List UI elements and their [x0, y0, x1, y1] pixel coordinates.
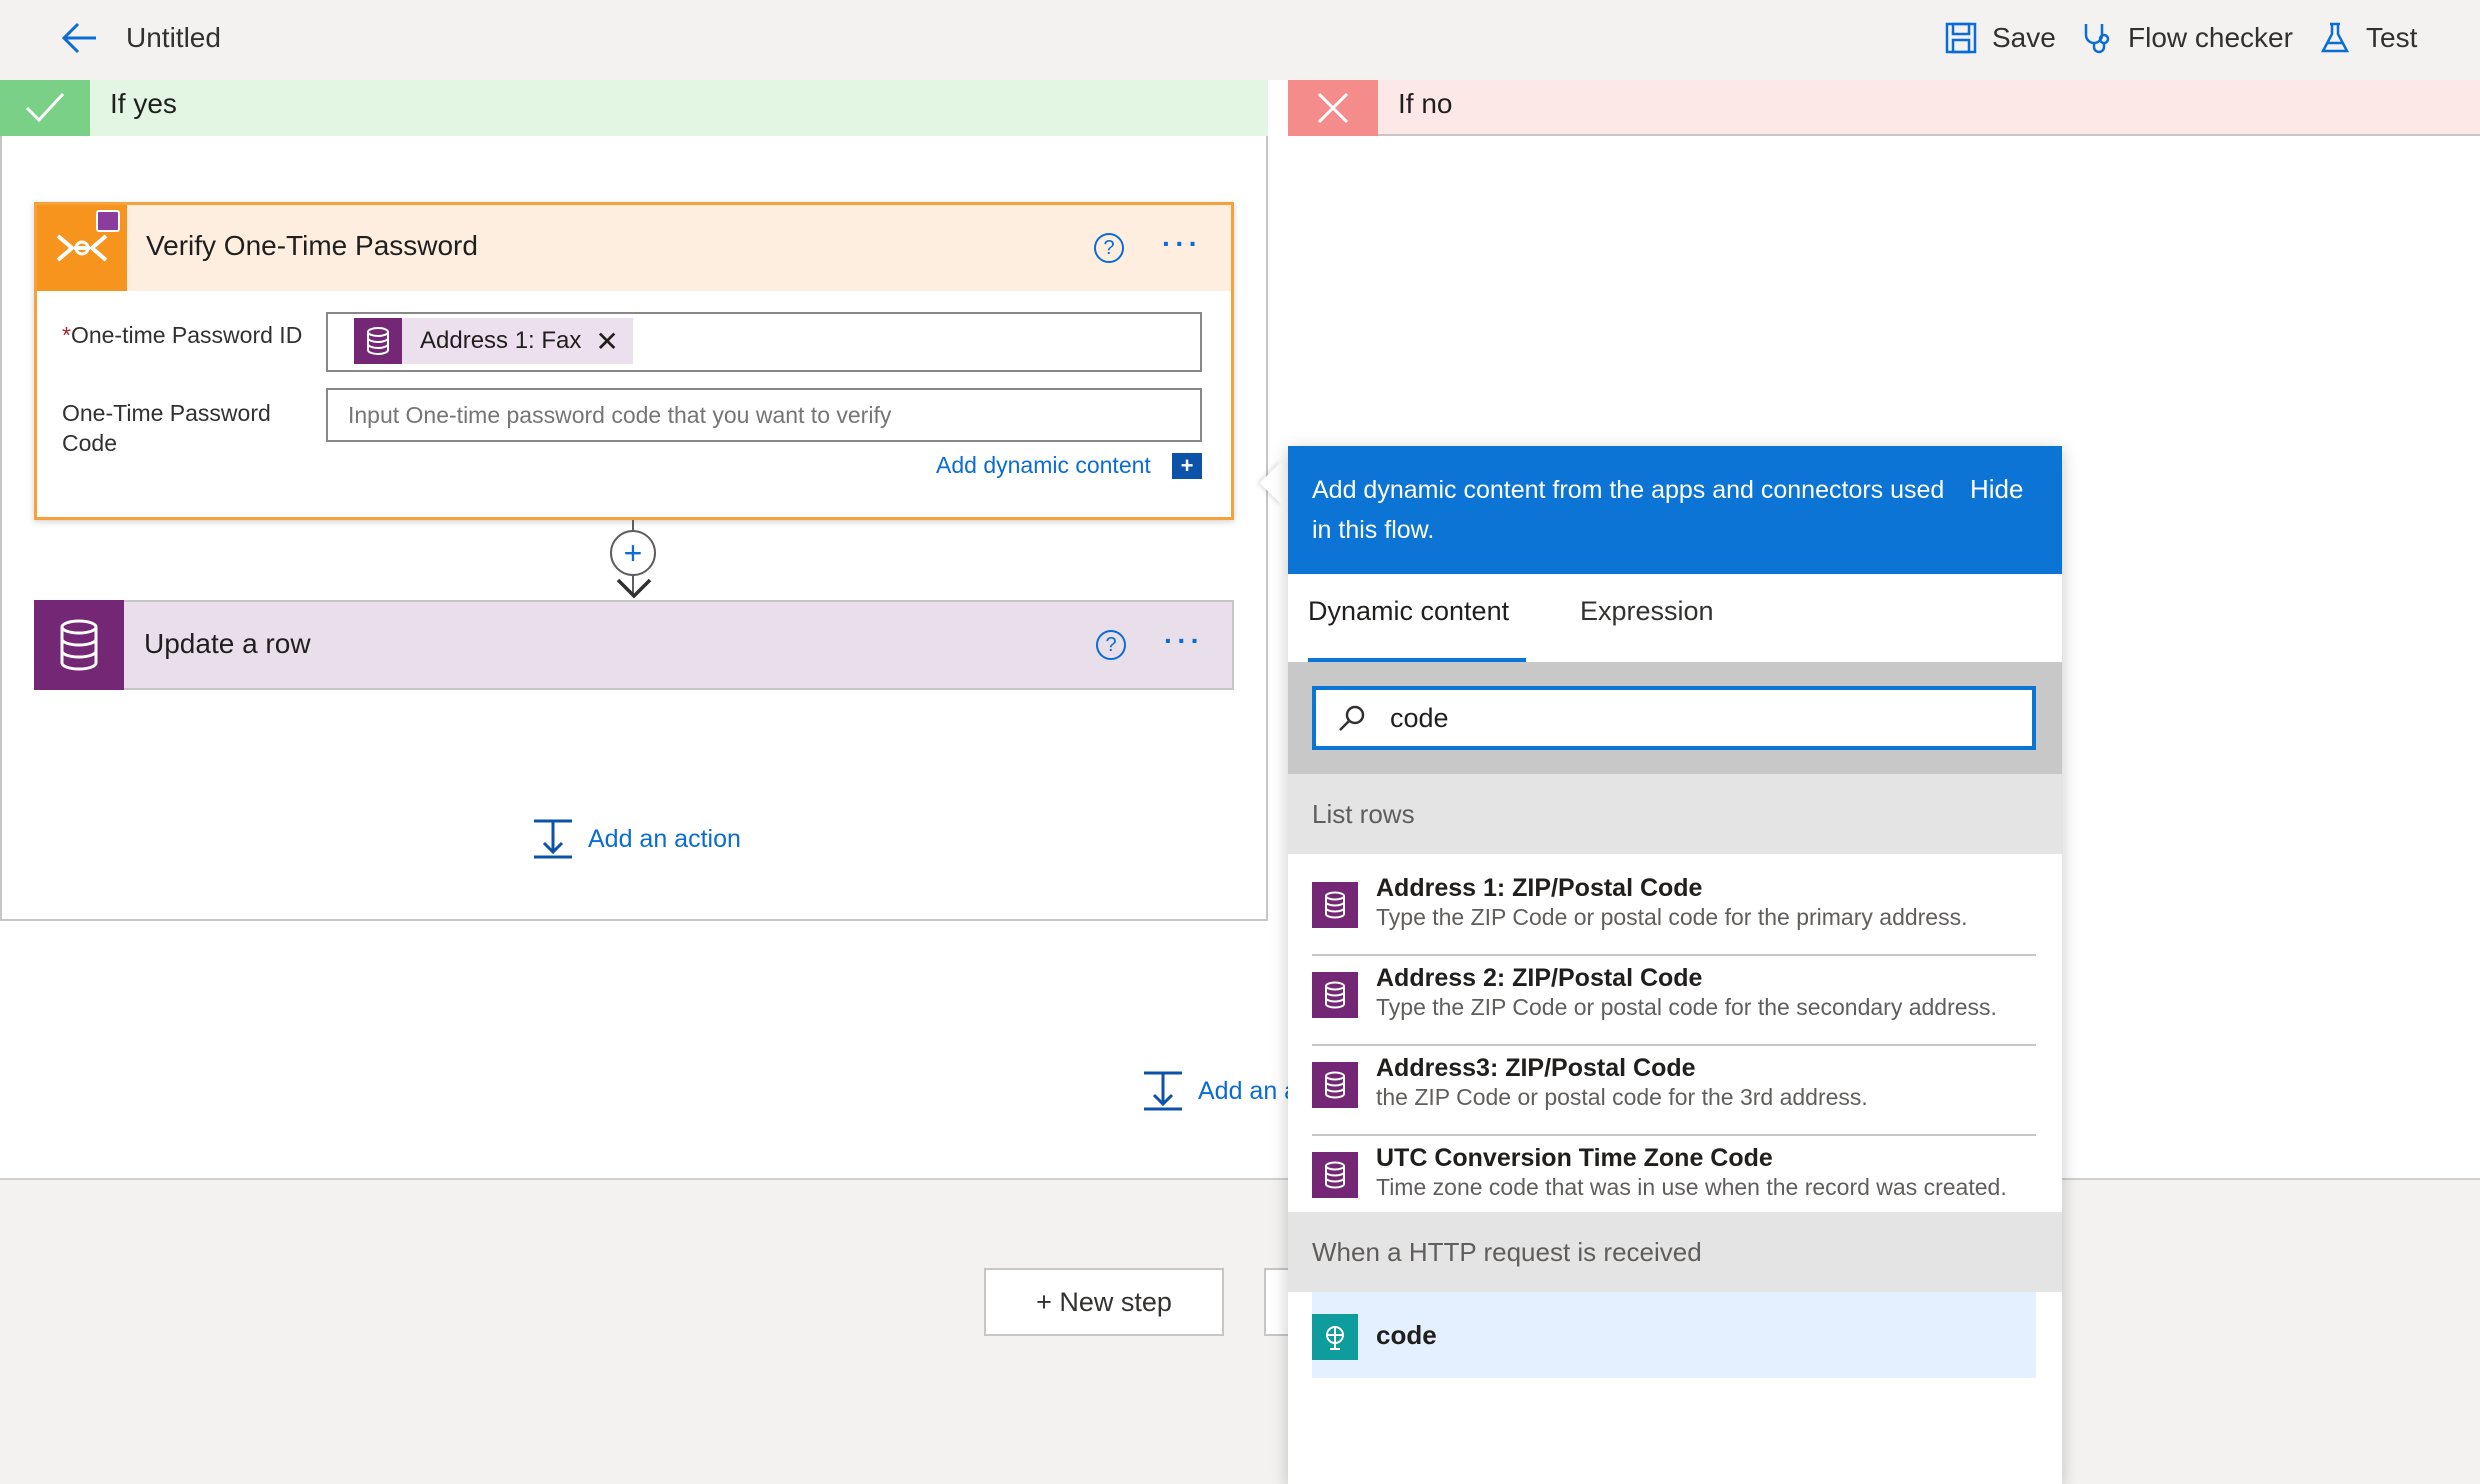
item-description: Time zone code that was in use when the … — [1376, 1174, 2007, 1200]
add-action-button[interactable]: Add an action — [532, 818, 741, 860]
list-item[interactable]: Address3: ZIP/Postal Code the ZIP Code o… — [1312, 1046, 2036, 1136]
item-title: Address 2: ZIP/Postal Code — [1376, 964, 1703, 992]
help-icon[interactable]: ? — [1096, 630, 1126, 660]
add-action-label: Add an a — [1198, 1076, 1299, 1105]
flow-checker-label: Flow checker — [2128, 22, 2293, 53]
item-description: Type the ZIP Code or postal code for the… — [1376, 994, 1997, 1020]
save-icon — [1945, 22, 1977, 54]
save-label: Save — [1992, 22, 2056, 53]
chat-badge-icon — [96, 210, 120, 232]
add-dynamic-content-link[interactable]: Add dynamic content — [936, 450, 1151, 480]
verify-otp-title: Verify One-Time Password — [146, 230, 478, 261]
item-title: Address 1: ZIP/Postal Code — [1376, 874, 1703, 902]
dynamic-token[interactable]: Address 1: Fax ✕ — [354, 318, 633, 364]
more-options-icon[interactable]: ··· — [1162, 228, 1202, 260]
yes-branch-label: If yes — [110, 88, 177, 119]
add-action-label: Add an action — [588, 824, 741, 853]
add-action-icon — [534, 819, 572, 859]
flow-title: Untitled — [126, 22, 221, 53]
help-icon[interactable]: ? — [1094, 233, 1124, 263]
new-step-button[interactable]: + New step — [984, 1268, 1224, 1336]
tab-expression[interactable]: Expression — [1580, 596, 1714, 662]
search-value: code — [1390, 702, 1449, 733]
field-label-otp-code: One-Time Password Code — [62, 400, 271, 456]
yes-branch-header — [0, 80, 1268, 136]
list-item[interactable]: Address 2: ZIP/Postal Code Type the ZIP … — [1312, 956, 2036, 1046]
insert-step-icon[interactable]: + — [610, 530, 656, 576]
http-request-icon — [1312, 1314, 1358, 1360]
item-title: UTC Conversion Time Zone Code — [1376, 1144, 1773, 1172]
token-label: Address 1: Fax — [420, 327, 582, 354]
field-label-otp-id: *One-time Password ID — [62, 322, 303, 348]
test-label: Test — [2366, 22, 2418, 53]
remove-token-icon[interactable]: ✕ — [595, 325, 618, 358]
dataverse-icon — [1312, 972, 1358, 1018]
no-branch-label: If no — [1398, 88, 1453, 119]
otp-code-input[interactable] — [326, 388, 1202, 442]
no-branch-header — [1288, 80, 2480, 136]
required-star: * — [62, 322, 71, 348]
add-dynamic-content-icon[interactable]: + — [1172, 453, 1202, 479]
dataverse-icon — [354, 318, 402, 364]
search-icon — [1339, 705, 1365, 731]
flow-checker-button[interactable]: Flow checker — [2080, 16, 2293, 60]
add-action-button-no-branch[interactable]: Add an a — [1142, 1070, 1298, 1112]
hide-button[interactable]: Hide — [1970, 474, 2023, 505]
beaker-icon — [2320, 22, 2350, 53]
check-icon — [0, 80, 90, 136]
dataverse-icon — [1312, 1062, 1358, 1108]
list-item[interactable]: Address 1: ZIP/Postal Code Type the ZIP … — [1312, 866, 2036, 956]
dataverse-icon — [1312, 1152, 1358, 1198]
more-options-icon[interactable]: ··· — [1164, 625, 1204, 657]
dataverse-icon — [1312, 882, 1358, 928]
section-header-http-request: When a HTTP request is received — [1288, 1212, 2062, 1292]
search-input[interactable]: code — [1312, 686, 2036, 750]
back-arrow-icon[interactable] — [56, 16, 106, 60]
item-title: code — [1376, 1320, 1437, 1350]
tab-dynamic-content[interactable]: Dynamic content — [1308, 596, 1526, 662]
dataverse-icon — [34, 600, 124, 690]
close-x-icon — [1288, 80, 1378, 136]
test-button[interactable]: Test — [2318, 16, 2417, 60]
dynamic-panel-header-text: Add dynamic content from the apps and co… — [1312, 476, 1945, 544]
add-action-icon — [1144, 1071, 1182, 1111]
canvas-bottom-area — [0, 1178, 2480, 1484]
item-description: the ZIP Code or postal code for the 3rd … — [1376, 1084, 1868, 1110]
item-title: Address3: ZIP/Postal Code — [1376, 1054, 1696, 1082]
item-description: Type the ZIP Code or postal code for the… — [1376, 904, 1968, 930]
save-button[interactable]: Save — [1944, 16, 2056, 60]
section-header-list-rows: List rows — [1288, 774, 2062, 854]
down-arrow-icon — [616, 578, 652, 599]
update-row-title: Update a row — [144, 628, 311, 659]
stethoscope-icon — [2084, 24, 2110, 54]
